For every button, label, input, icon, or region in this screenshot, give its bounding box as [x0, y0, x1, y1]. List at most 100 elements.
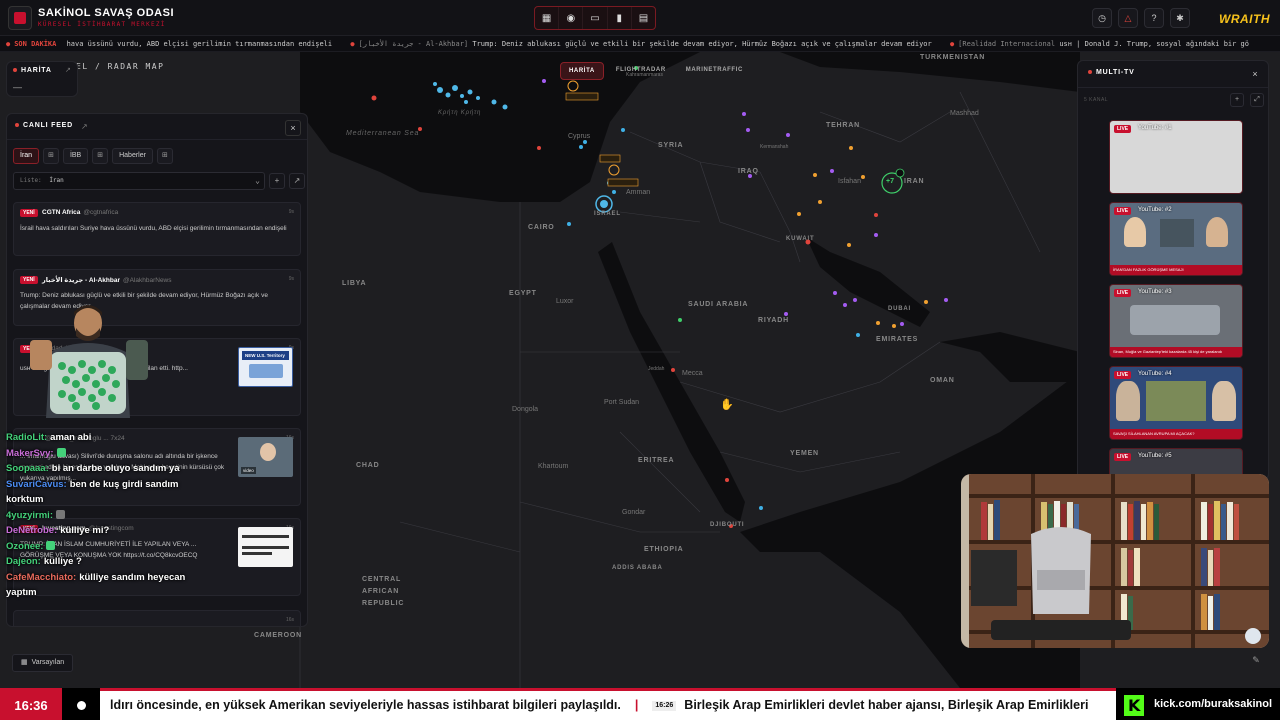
grid-view-button[interactable]: ▤	[632, 7, 655, 29]
card-thumbnail[interactable]	[238, 527, 293, 567]
map-label: EMIRATES	[876, 336, 919, 343]
open-list-button[interactable]: ↗	[289, 173, 305, 189]
new-badge: YENİ	[20, 276, 38, 284]
alert-button[interactable]: △	[1118, 8, 1138, 28]
close-icon: ×	[1252, 69, 1258, 79]
author-handle: @cgtnafrica	[83, 209, 119, 216]
harita-panel: HARİTA ↗ —	[6, 61, 78, 97]
chevron-down-icon: ⌄	[255, 176, 260, 185]
map-label: CENTRAL AFRICAN REPUBLIC	[362, 576, 405, 607]
settings-button[interactable]: ✱	[1170, 8, 1190, 28]
map-label: DUBAI	[888, 306, 911, 312]
stream-tile[interactable]: LIVE YouTube: #2 İRAN'DAN FAZLIK GÖRÜŞME…	[1109, 202, 1243, 276]
map-label: ISRAEL	[594, 211, 621, 217]
external-link-icon[interactable]: ↗	[65, 66, 71, 74]
chat-username: RadioLit:	[6, 432, 48, 443]
map-icon: ▦	[21, 659, 28, 666]
fullscreen-button[interactable]: ⤢	[1250, 93, 1264, 107]
accident-scene-graphic	[1130, 305, 1220, 335]
add-list-button[interactable]: +	[269, 173, 285, 189]
map-label: DJIBOUTI	[710, 522, 745, 528]
external-link-icon[interactable]: ↗	[81, 122, 88, 131]
ticker-item[interactable]: usн | Donald J. Trump, sosyal ağındaki b…	[1059, 40, 1249, 48]
stream-caption: SAVAŞI SİLAHLANAN AVRUPA MI AÇACAK?	[1110, 429, 1242, 439]
list-select[interactable]: Liste: İran ⌄	[13, 172, 265, 190]
card-age: 16s	[285, 617, 294, 623]
minimize-icon[interactable]: —	[13, 82, 22, 92]
streamer-overlay	[30, 298, 152, 418]
map-label: TEHRAN	[826, 122, 860, 129]
chat-overlay: RadioLit: aman abi MakerSvy: Soopaaa: bi a…	[6, 430, 206, 601]
ticker-item-text: usн | Donald J. Trump, sosyal ağındaki b…	[1059, 40, 1249, 48]
map-label: LIBYA	[342, 280, 367, 287]
cluster-count[interactable]: +7	[886, 178, 894, 185]
help-button[interactable]: ?	[1144, 8, 1164, 28]
tab-haberler-grid[interactable]: ⊞	[156, 148, 173, 164]
tab-iran[interactable]: İran	[13, 148, 40, 164]
feed-card[interactable]: 16s	[13, 610, 301, 626]
card-thumbnail[interactable]: NEW U.S. Territory	[238, 347, 293, 387]
stats-view-button[interactable]: ▮	[608, 7, 632, 29]
map-label: IRAQ	[738, 168, 759, 175]
grid-icon: ⊞	[97, 152, 104, 159]
chat-text: aman abi	[50, 432, 92, 443]
feed-title: CANLI FEED	[15, 122, 73, 129]
kick-channel-banner: kick.com/buraksakinol	[1116, 688, 1280, 720]
map-label: OMAN	[930, 377, 955, 384]
default-view-button[interactable]: ▦ Varsayılan	[12, 654, 74, 672]
map-label: Jeddah	[648, 366, 665, 372]
text-line-graphic	[242, 552, 272, 555]
tab-ibb[interactable]: İBB	[62, 148, 89, 164]
map-label: YEMEN	[790, 450, 819, 457]
close-feed-button[interactable]: ×	[285, 120, 301, 136]
stream-tile[interactable]: LIVE YouTube: #3 Sinan, Muğla ve Gaziant…	[1109, 284, 1243, 358]
tab-harita[interactable]: HARİTA	[560, 62, 604, 80]
card-age: 9s	[288, 276, 294, 282]
card-thumbnail[interactable]: video	[238, 437, 293, 477]
stream-tile[interactable]: LIVE YouTube: #1	[1109, 120, 1243, 194]
stream-tile[interactable]: LIVE YouTube: #4 SAVAŞI SİLAHLANAN AVRUP…	[1109, 366, 1243, 440]
map-view-button[interactable]: ▦	[535, 7, 560, 29]
ticker-item[interactable]: Trump: Deniz ablukası güçlü ve etkili bi…	[472, 40, 931, 48]
tab-ibb-grid[interactable]: ⊞	[92, 148, 109, 164]
ticker-item[interactable]: hava üssünü vurdu, ABD elçisi gerilimin …	[67, 40, 333, 48]
map-label: Mashhad	[950, 110, 979, 117]
tab-haberler[interactable]: Haberler	[112, 148, 153, 164]
text-line-graphic	[242, 546, 289, 549]
text-line-graphic	[242, 535, 289, 538]
card-text: İsrail hava saldırıları Suriye hava üssü…	[20, 225, 287, 232]
speaker-face-graphic	[260, 443, 276, 461]
field-footage-graphic	[1146, 381, 1206, 421]
app-logo	[8, 6, 32, 30]
map-label: Port Sudan	[604, 399, 640, 406]
top-header: SAKİNOL SAVAŞ ODASI KÜRESEL İSTİHBARAT M…	[0, 0, 1280, 36]
ticker-item-text: Trump: Deniz ablukası güçlü ve etkili bi…	[472, 40, 932, 48]
chat-message: Soopaaa: bi an darbe oluyo sandım ya	[6, 461, 206, 477]
author-handle: @AlakhbarNews	[123, 277, 172, 284]
feed-view-button[interactable]: ◉	[559, 7, 584, 29]
chat-message: SuvariCavus: ben de kuş girdi sandım kork…	[6, 477, 206, 508]
video-label: video	[241, 467, 256, 474]
list-select-label: Liste:	[20, 177, 42, 184]
ticker-separator: |	[634, 698, 639, 712]
ticker-item-text: hava üssünü vurdu, ABD elçisi gerilimin …	[66, 40, 333, 48]
feed-header: CANLI FEED ↗ ×	[7, 114, 307, 140]
chat-username: MakerSvy:	[6, 447, 54, 459]
app-title: SAKİNOL SAVAŞ ODASI	[38, 7, 175, 19]
svg-text:✋: ✋	[720, 398, 734, 411]
bottom-news-ticker: 16:36 ldırı öncesinde, en yüksek Amerika…	[0, 688, 1280, 720]
feed-card[interactable]: YENİ CGTN Africa @cgtnafrica 9s İsrail ha…	[13, 202, 301, 256]
list-select-value: İran	[49, 177, 64, 184]
edit-layout-button[interactable]: ✎	[1249, 655, 1263, 669]
stream-name: YouTube: #2	[1138, 207, 1172, 213]
add-channel-button[interactable]: +	[1230, 93, 1244, 107]
chat-text: külliye mi?	[60, 525, 110, 536]
guest-graphic	[1206, 217, 1228, 247]
kick-logo-icon	[1124, 695, 1144, 716]
tab-iran-grid[interactable]: ⊞	[43, 148, 59, 164]
tab-marinetraffic[interactable]: MARINETRAFFIC	[678, 62, 751, 80]
close-multitv-button[interactable]: ×	[1248, 67, 1262, 81]
history-button[interactable]: ◷	[1092, 8, 1112, 28]
tv-view-button[interactable]: ▭	[583, 7, 608, 29]
emote-icon	[56, 448, 66, 458]
